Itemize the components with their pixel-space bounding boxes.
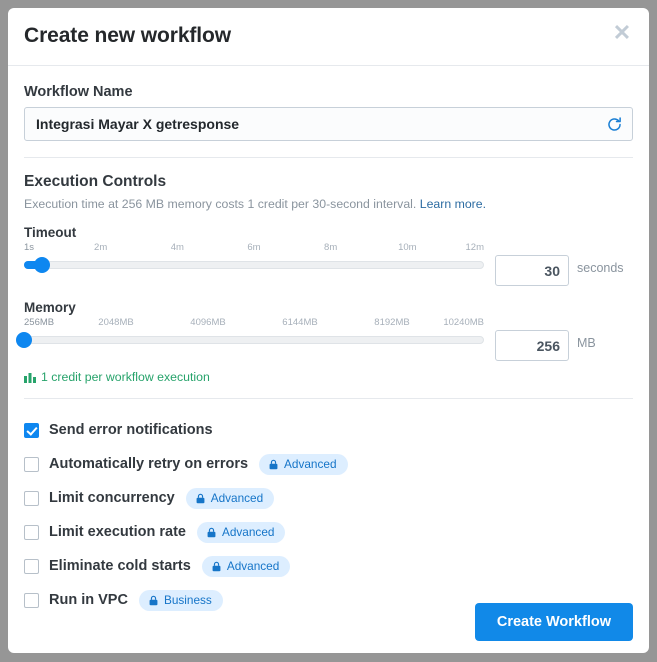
option-row[interactable]: Eliminate cold starts Advanced (24, 549, 633, 583)
option-label: Send error notifications (49, 422, 213, 438)
create-workflow-button[interactable]: Create Workflow (474, 603, 633, 641)
memory-slider-row: 256MB 2048MB 4096MB 6144MB 8192MB 10240MB MB (16, 317, 633, 361)
plan-badge-label: Advanced (221, 525, 275, 539)
modal-footer: Create Workflow (8, 591, 649, 653)
tick-label: 2048MB (98, 317, 134, 328)
options-list: Send error notifications Automatically re… (24, 398, 633, 617)
memory-slider[interactable]: 256MB 2048MB 4096MB 6144MB 8192MB 10240MB (16, 317, 484, 353)
timeout-slider-row: 1s 2m 4m 6m 8m 10m 12m seconds (24, 242, 633, 286)
memory-unit: MB (577, 336, 596, 350)
timeout-track[interactable] (24, 261, 484, 269)
tick-label: 10240MB (443, 317, 484, 328)
workflow-name-field[interactable] (24, 107, 633, 141)
memory-thumb[interactable] (16, 332, 32, 348)
modal-body: Workflow Name Execution Controls Executi… (8, 84, 649, 617)
create-workflow-modal: Create new workflow ✕ Workflow Name Exec… (8, 8, 649, 653)
timeout-control: Timeout 1s 2m 4m 6m 8m 10m 12m seconds (24, 225, 633, 286)
timeout-unit: seconds (577, 261, 624, 275)
tick-label: 6144MB (282, 317, 318, 328)
memory-control: Memory 256MB 2048MB 4096MB 6144MB 8192MB 1024… (16, 300, 633, 361)
option-row[interactable]: Automatically retry on errors Advanced (24, 447, 633, 481)
option-label: Automatically retry on errors (49, 456, 249, 472)
plan-badge-label: Advanced (210, 491, 264, 505)
memory-label: Memory (24, 300, 76, 315)
lock-icon (211, 561, 222, 572)
timeout-thumb[interactable] (34, 257, 51, 273)
tick-label: 1s (24, 242, 35, 253)
timeout-slider[interactable]: 1s 2m 4m 6m 8m 10m 12m (24, 242, 484, 278)
execution-controls-description-text: Execution time at 256 MB memory costs 1 … (24, 197, 417, 211)
workflow-name-label: Workflow Name (24, 84, 133, 100)
lock-icon (206, 527, 217, 538)
timeout-value-input[interactable] (495, 255, 569, 286)
tick-label: 4m (170, 242, 184, 253)
tick-label: 256MB (24, 317, 55, 328)
tick-label: 12m (465, 242, 484, 253)
lock-icon (195, 493, 206, 504)
timeout-tick-labels: 1s 2m 4m 6m 8m 10m 12m (24, 242, 484, 255)
bar-chart-icon (24, 371, 36, 383)
checkbox[interactable] (24, 524, 39, 540)
option-row[interactable]: Send error notifications (24, 413, 633, 447)
memory-tick-labels: 256MB 2048MB 4096MB 6144MB 8192MB 10240MB (24, 317, 484, 330)
plan-badge-label: Advanced (226, 559, 280, 573)
tick-label: 4096MB (190, 317, 226, 328)
option-label: Limit execution rate (49, 524, 186, 540)
plan-badge[interactable]: Advanced (259, 453, 348, 475)
option-label: Eliminate cold starts (49, 558, 191, 574)
workflow-name-input[interactable] (25, 108, 632, 140)
refresh-icon[interactable] (606, 116, 623, 133)
option-row[interactable]: Limit execution rate Advanced (24, 515, 633, 549)
credit-note-text: 1 credit per workflow execution (41, 370, 210, 384)
checkbox[interactable] (24, 558, 39, 574)
lock-icon (268, 459, 279, 470)
checkbox[interactable] (24, 456, 39, 472)
memory-track[interactable] (24, 336, 484, 344)
tick-label: 6m (247, 242, 261, 253)
checkbox[interactable] (24, 422, 39, 438)
tick-label: 8m (324, 242, 338, 253)
plan-badge[interactable]: Advanced (185, 487, 275, 509)
tick-label: 2m (94, 242, 108, 253)
timeout-label: Timeout (24, 225, 77, 240)
option-row[interactable]: Limit concurrency Advanced (24, 481, 633, 515)
tick-label: 10m (398, 242, 417, 253)
execution-controls-description: Execution time at 256 MB memory costs 1 … (24, 197, 633, 211)
credit-note: 1 credit per workflow execution (24, 370, 633, 384)
modal-header: Create new workflow ✕ (8, 8, 649, 66)
plan-badge[interactable]: Advanced (196, 521, 286, 543)
divider (24, 157, 633, 158)
option-label: Limit concurrency (49, 490, 175, 506)
learn-more-link[interactable]: Learn more. (420, 197, 486, 211)
memory-value-input[interactable] (495, 330, 569, 361)
plan-badge-label: Advanced (284, 457, 337, 471)
checkbox[interactable] (24, 490, 39, 506)
page-title: Create new workflow (24, 24, 231, 47)
execution-controls-title: Execution Controls (24, 173, 167, 190)
close-icon[interactable]: ✕ (609, 20, 635, 46)
tick-label: 8192MB (374, 317, 410, 328)
plan-badge[interactable]: Advanced (201, 555, 291, 577)
